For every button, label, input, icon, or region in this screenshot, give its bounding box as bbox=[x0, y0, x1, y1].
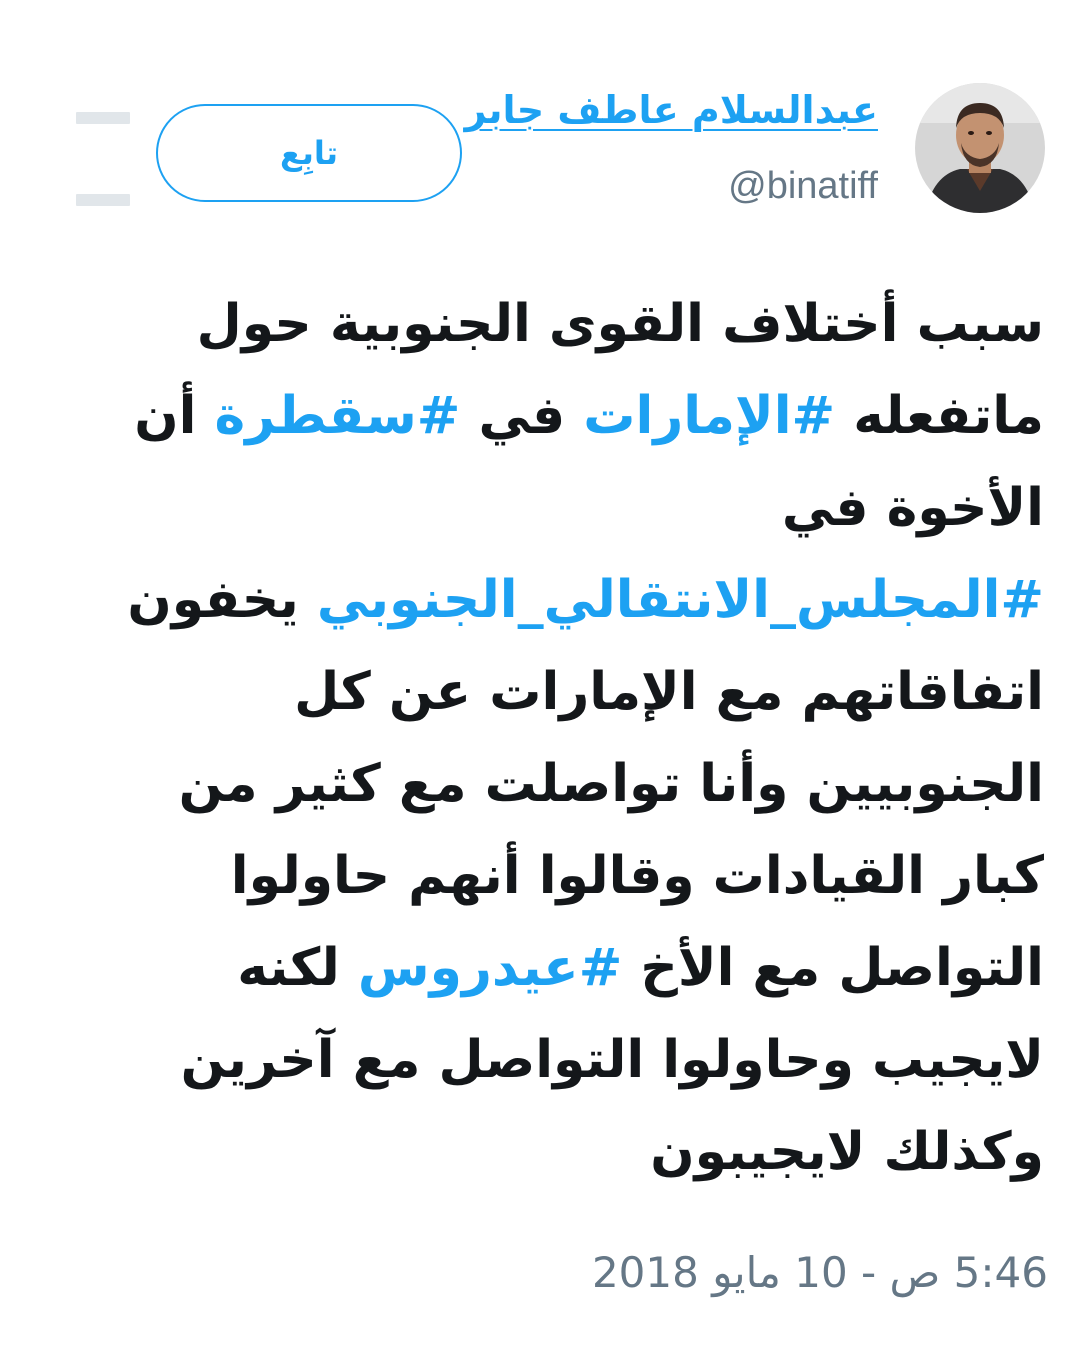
avatar[interactable] bbox=[915, 83, 1045, 213]
hashtag-link[interactable]: #عيدروس bbox=[358, 938, 622, 998]
tweet-line: الجنوبيين وأنا تواصلت مع كثير من bbox=[178, 754, 1044, 814]
follow-button[interactable]: تابِع bbox=[156, 104, 462, 202]
avatar-photo bbox=[915, 83, 1045, 213]
menu-icon-bar bbox=[76, 194, 130, 206]
tweet-page: عبدالسلام عاطف جابر @binatiff تابِع سبب … bbox=[0, 0, 1080, 1352]
tweet-line: سبب أختلاف القوى الجنوبية حول bbox=[196, 294, 1044, 354]
tweet-line: اتفاقاتهم مع الإمارات عن كل bbox=[294, 662, 1044, 722]
tweet-text: سبب أختلاف القوى الجنوبية حول ماتفعله #ا… bbox=[44, 278, 1044, 1198]
tweet-text-segment: في bbox=[460, 386, 584, 446]
tweet-line: كبار القيادات وقالوا أنهم حاولوا bbox=[230, 846, 1044, 906]
tweet-text-segment: التواصل مع الأخ bbox=[622, 938, 1044, 998]
tweet-text-segment: ماتفعله bbox=[835, 386, 1044, 446]
tweet-text-segment: أن bbox=[134, 386, 215, 446]
tweet-line: #المجلس_الانتقالي_الجنوبي يخفون bbox=[44, 554, 1044, 646]
menu-icon-bar bbox=[76, 112, 130, 124]
hashtag-link[interactable]: #المجلس_الانتقالي_الجنوبي bbox=[317, 570, 1044, 630]
tweet-line: الأخوة في bbox=[781, 478, 1044, 538]
author-display-name[interactable]: عبدالسلام عاطف جابر bbox=[465, 88, 878, 132]
hashtag-link[interactable]: #الإمارات bbox=[583, 386, 835, 446]
follow-button-label: تابِع bbox=[280, 134, 338, 172]
author-handle[interactable]: @binatiff bbox=[728, 165, 878, 208]
menu-icon[interactable] bbox=[76, 112, 130, 206]
tweet-line: وكذلك لايجيبون bbox=[650, 1122, 1044, 1182]
tweet-line: لايجيب وحاولوا التواصل مع آخرين bbox=[180, 1030, 1044, 1090]
tweet-line: التواصل مع الأخ #عيدروس لكنه bbox=[44, 922, 1044, 1014]
tweet-text-segment: يخفون bbox=[127, 570, 317, 630]
tweet-text-segment: لكنه bbox=[237, 938, 358, 998]
hashtag-link[interactable]: #سقطرة bbox=[215, 386, 461, 446]
tweet-timestamp[interactable]: 5:46 ص - 10 مايو 2018 bbox=[592, 1248, 1048, 1297]
tweet-line: ماتفعله #الإمارات في #سقطرة أن bbox=[44, 370, 1044, 462]
